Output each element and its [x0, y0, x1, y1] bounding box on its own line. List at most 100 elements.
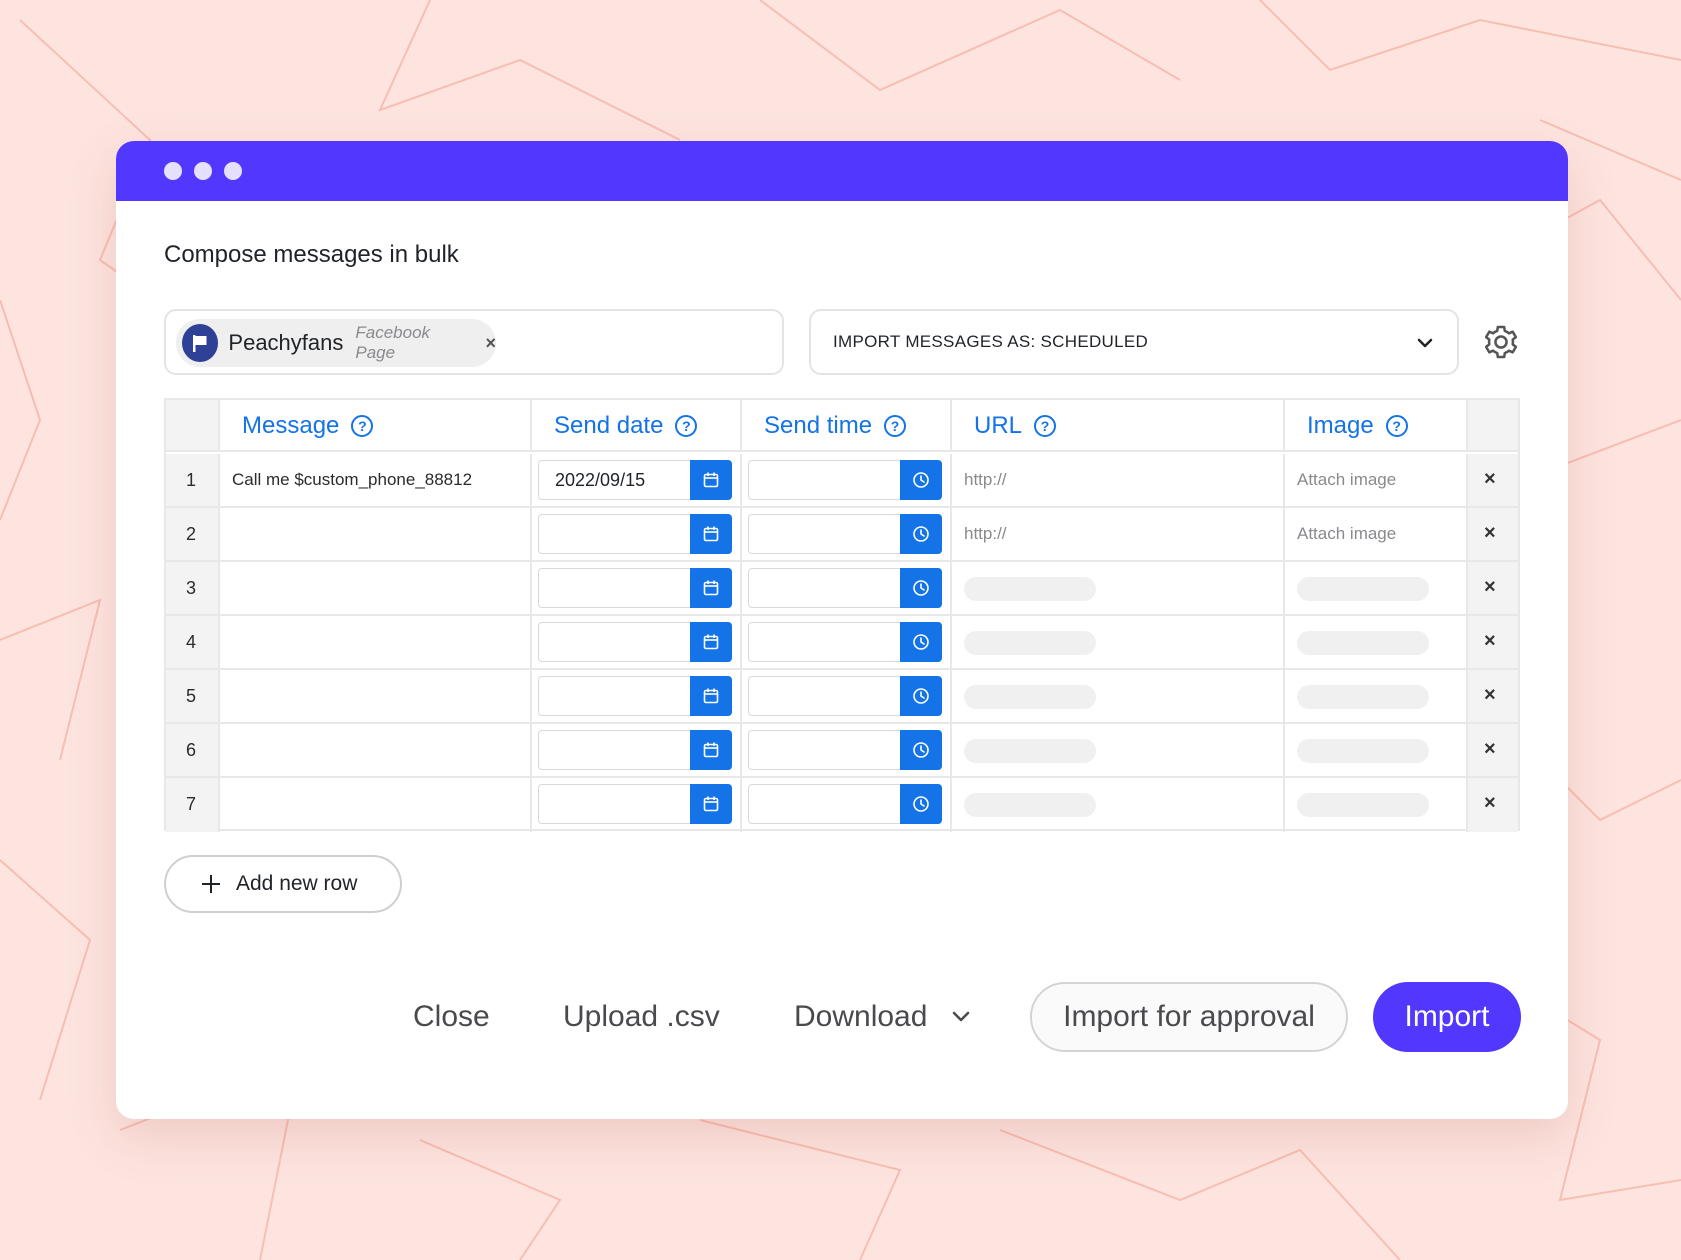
- send-time-input[interactable]: [748, 784, 942, 824]
- attach-image-link[interactable]: Attach image: [1297, 470, 1396, 490]
- clock-icon[interactable]: [900, 514, 942, 554]
- send-date-input[interactable]: 2022/09/15: [538, 460, 732, 500]
- url-input[interactable]: http://: [964, 470, 1007, 490]
- delete-row-icon[interactable]: ×: [1484, 684, 1496, 707]
- attach-image-link[interactable]: Attach image: [1297, 524, 1396, 544]
- flag-icon: [182, 324, 219, 362]
- header-url: URL ?: [952, 400, 1285, 450]
- send-time-cell: [742, 724, 952, 776]
- url-cell: [952, 562, 1285, 614]
- calendar-icon[interactable]: [690, 514, 732, 554]
- clock-icon[interactable]: [900, 730, 942, 770]
- message-cell[interactable]: [220, 562, 532, 614]
- send-time-input[interactable]: [748, 730, 942, 770]
- account-selector[interactable]: Peachyfans Facebook Page ×: [164, 309, 784, 375]
- send-time-input[interactable]: [748, 568, 942, 608]
- delete-row-icon[interactable]: ×: [1484, 576, 1496, 599]
- message-text[interactable]: Call me $custom_phone_88812: [232, 470, 472, 490]
- calendar-icon[interactable]: [690, 622, 732, 662]
- calendar-icon[interactable]: [690, 676, 732, 716]
- clock-icon[interactable]: [900, 460, 942, 500]
- gear-icon[interactable]: [1482, 323, 1520, 361]
- url-input[interactable]: http://: [964, 524, 1007, 544]
- clock-icon[interactable]: [900, 676, 942, 716]
- header-send-time: Send time ?: [742, 400, 952, 450]
- url-cell: http://: [952, 508, 1285, 560]
- message-cell[interactable]: [220, 778, 532, 832]
- header-delete: [1468, 400, 1518, 450]
- row-number: 1: [186, 470, 197, 490]
- send-date-cell: 2022/09/15: [532, 454, 742, 506]
- clock-icon[interactable]: [900, 568, 942, 608]
- message-cell[interactable]: [220, 670, 532, 722]
- delete-cell: ×: [1468, 724, 1518, 776]
- header-send-time-label: Send time: [764, 412, 873, 439]
- plus-icon: [202, 875, 220, 893]
- send-time-cell: [742, 562, 952, 614]
- image-cell: [1285, 616, 1468, 668]
- message-cell[interactable]: [220, 508, 532, 560]
- help-icon[interactable]: ?: [884, 415, 907, 437]
- chevron-down-icon: [1417, 338, 1433, 348]
- send-date-input[interactable]: [538, 622, 732, 662]
- delete-row-icon[interactable]: ×: [1484, 738, 1496, 761]
- close-button[interactable]: Close: [413, 982, 490, 1052]
- image-cell: Attach image: [1285, 454, 1468, 506]
- chevron-down-icon: [953, 1011, 970, 1022]
- message-cell[interactable]: Call me $custom_phone_88812: [220, 454, 532, 506]
- clock-icon[interactable]: [900, 784, 942, 824]
- help-icon[interactable]: ?: [1385, 415, 1408, 437]
- help-icon[interactable]: ?: [675, 415, 698, 437]
- send-time-cell: [742, 670, 952, 722]
- calendar-icon[interactable]: [690, 460, 732, 500]
- send-date-input[interactable]: [538, 784, 732, 824]
- message-cell[interactable]: [220, 724, 532, 776]
- calendar-icon[interactable]: [690, 784, 732, 824]
- row-number: 2: [186, 524, 197, 544]
- window-dot[interactable]: [164, 162, 182, 180]
- delete-row-icon[interactable]: ×: [1484, 630, 1496, 653]
- delete-cell: ×: [1468, 616, 1518, 668]
- send-time-input[interactable]: [748, 676, 942, 716]
- send-time-input[interactable]: [748, 460, 942, 500]
- send-date-cell: [532, 724, 742, 776]
- send-time-input[interactable]: [748, 622, 942, 662]
- delete-row-icon[interactable]: ×: [1484, 468, 1496, 491]
- calendar-icon[interactable]: [690, 730, 732, 770]
- download-button[interactable]: Download: [794, 982, 973, 1052]
- bulk-compose-window: Compose messages in bulk Peachyfans Face…: [116, 141, 1568, 1119]
- delete-row-icon[interactable]: ×: [1484, 792, 1496, 815]
- send-time-input[interactable]: [748, 514, 942, 554]
- header-message: Message ?: [220, 400, 532, 450]
- help-icon[interactable]: ?: [351, 415, 374, 437]
- delete-cell: ×: [1468, 670, 1518, 722]
- send-date-input[interactable]: [538, 730, 732, 770]
- window-dot[interactable]: [194, 162, 212, 180]
- send-date-input[interactable]: [538, 676, 732, 716]
- calendar-icon[interactable]: [690, 568, 732, 608]
- help-icon[interactable]: ?: [1034, 415, 1057, 437]
- image-cell: [1285, 562, 1468, 614]
- url-skeleton: [964, 793, 1096, 817]
- import-mode-select[interactable]: IMPORT MESSAGES AS: SCHEDULED: [809, 309, 1459, 375]
- delete-row-icon[interactable]: ×: [1484, 522, 1496, 545]
- account-chip: Peachyfans Facebook Page ×: [176, 319, 496, 367]
- import-button[interactable]: Import: [1373, 982, 1521, 1052]
- message-cell[interactable]: [220, 616, 532, 668]
- url-cell: [952, 670, 1285, 722]
- row-number-cell: 7: [166, 778, 220, 832]
- image-cell: [1285, 778, 1468, 832]
- window-dot[interactable]: [224, 162, 242, 180]
- send-date-input[interactable]: [538, 514, 732, 554]
- import-for-approval-button[interactable]: Import for approval: [1030, 982, 1348, 1052]
- send-date-input[interactable]: [538, 568, 732, 608]
- row-number-cell: 4: [166, 616, 220, 668]
- delete-cell: ×: [1468, 562, 1518, 614]
- upload-csv-button[interactable]: Upload .csv: [563, 982, 720, 1052]
- remove-account-icon[interactable]: ×: [485, 333, 496, 354]
- clock-icon[interactable]: [900, 622, 942, 662]
- url-cell: [952, 616, 1285, 668]
- add-new-row-button[interactable]: Add new row: [164, 855, 402, 913]
- send-time-cell: [742, 778, 952, 832]
- download-label: Download: [794, 1000, 928, 1033]
